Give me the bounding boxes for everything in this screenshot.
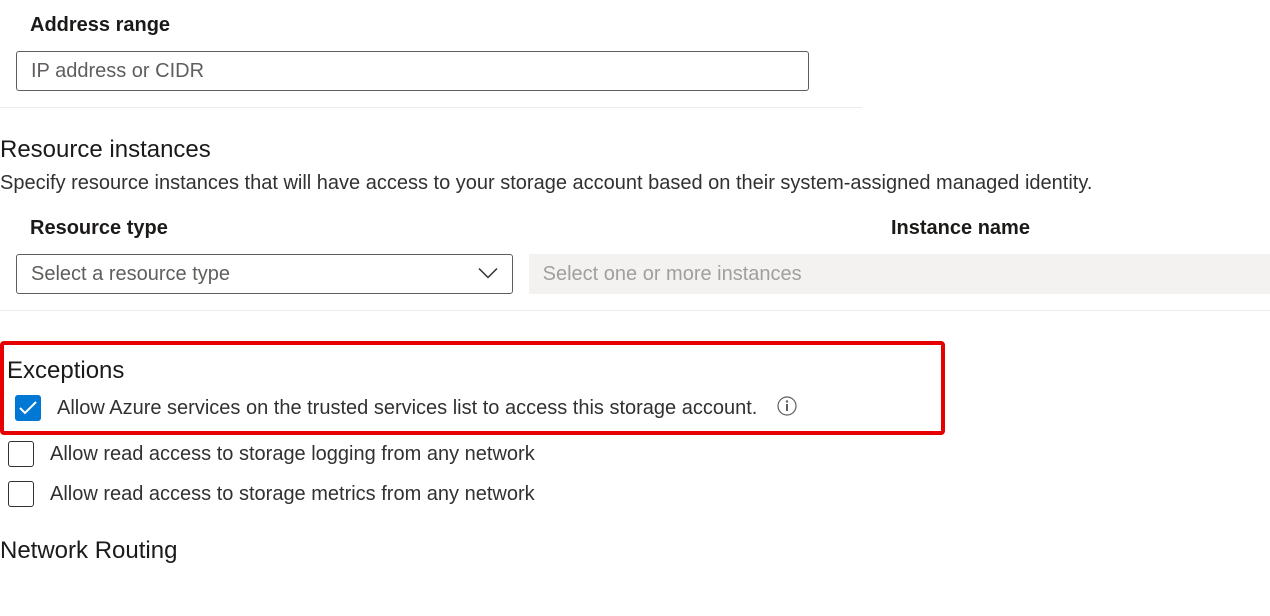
resource-type-column: Resource type <box>30 217 865 254</box>
network-routing-heading: Network Routing <box>0 537 1270 565</box>
address-range-section: Address range <box>0 0 1270 37</box>
exceptions-heading: Exceptions <box>7 357 941 385</box>
info-icon[interactable] <box>777 396 797 421</box>
exception-trusted-services-label: Allow Azure services on the trusted serv… <box>57 397 757 420</box>
exception-metrics-row: Allow read access to storage metrics fro… <box>8 481 1270 507</box>
instance-name-placeholder: Select one or more instances <box>543 263 802 286</box>
instance-name-label: Instance name <box>891 217 1270 240</box>
instance-name-select: Select one or more instances <box>529 254 1270 294</box>
resource-instances-heading: Resource instances <box>0 136 1270 164</box>
exceptions-highlight-box: Exceptions Allow Azure services on the t… <box>0 341 945 435</box>
checkmark-icon <box>19 401 37 415</box>
resource-instances-description: Specify resource instances that will hav… <box>0 172 1270 195</box>
resource-type-label: Resource type <box>30 217 865 240</box>
exception-metrics-label: Allow read access to storage metrics fro… <box>50 483 535 506</box>
resource-instances-columns: Resource type Instance name <box>0 217 1270 254</box>
resource-instances-inputs: Select a resource type Select one or mor… <box>0 254 1270 311</box>
exception-logging-checkbox[interactable] <box>8 441 34 467</box>
instance-name-column: Instance name <box>891 217 1270 254</box>
resource-type-dropdown[interactable]: Select a resource type <box>16 254 513 294</box>
address-range-input[interactable] <box>16 51 809 91</box>
exception-logging-row: Allow read access to storage logging fro… <box>8 441 1270 467</box>
exception-metrics-checkbox[interactable] <box>8 481 34 507</box>
exception-logging-label: Allow read access to storage logging fro… <box>50 443 535 466</box>
address-range-input-row <box>0 51 862 108</box>
exception-trusted-services-checkbox[interactable] <box>15 395 41 421</box>
resource-instances-section: Resource instances Specify resource inst… <box>0 136 1270 311</box>
chevron-down-icon <box>478 264 498 285</box>
exception-trusted-services-row: Allow Azure services on the trusted serv… <box>15 395 941 421</box>
resource-type-placeholder: Select a resource type <box>31 263 230 286</box>
address-range-label: Address range <box>30 14 1270 37</box>
